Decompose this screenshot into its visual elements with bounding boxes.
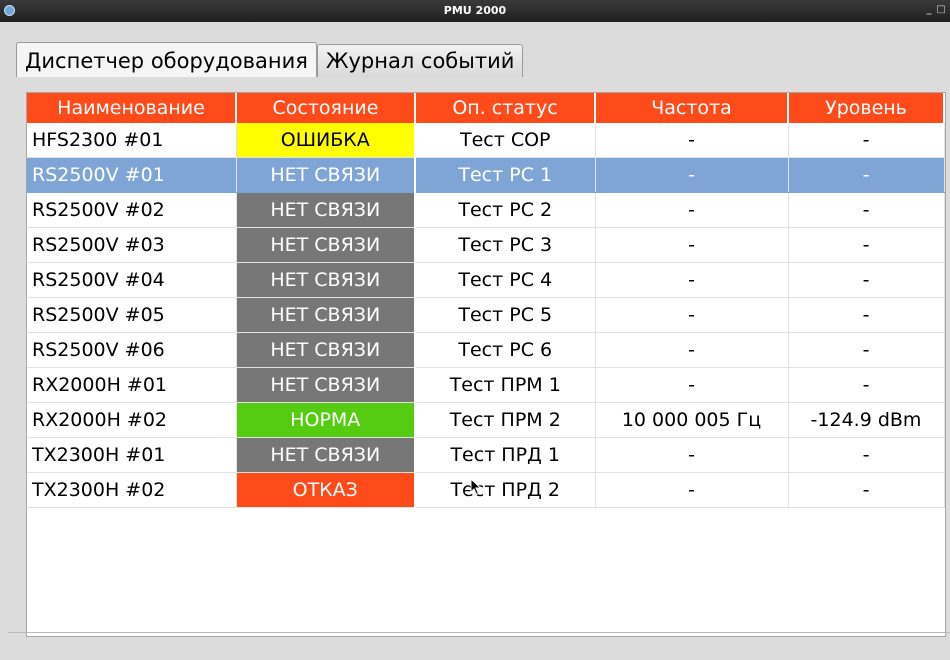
cell-frequency: - (595, 472, 789, 508)
equipment-panel: Наименование Состояние Оп. статус Частот… (26, 92, 946, 637)
column-header-level[interactable]: Уровень (788, 93, 945, 123)
column-header-frequency[interactable]: Частота (595, 93, 789, 123)
table-row[interactable]: RS2500V #05 НЕТ СВЯЗИ Тест РС 5-- (27, 297, 945, 333)
table-row[interactable]: RS2500V #06 НЕТ СВЯЗИ Тест РС 6-- (27, 332, 945, 368)
table-row[interactable]: RS2500V #01 НЕТ СВЯЗИ Тест РС 1-- (27, 157, 945, 193)
cell-frequency: - (595, 157, 789, 193)
table-row[interactable]: RX2000H #02 НОРМА Тест ПРМ 2 10 000 005 Гц -… (27, 402, 945, 438)
cell-state: НЕТ СВЯЗИ (236, 297, 416, 333)
column-header-state[interactable]: Состояние (236, 93, 416, 123)
table-row[interactable]: TX2300H #01 НЕТ СВЯЗИ Тест ПРД 1-- (27, 437, 945, 473)
cell-frequency: - (595, 123, 789, 158)
cell-frequency: - (595, 437, 789, 473)
window-client: Диспетчер оборудования Журнал событий На… (0, 22, 950, 660)
cell-level: - (788, 192, 945, 228)
cell-op-status: Тест ПРМ 1 (415, 367, 596, 403)
cell-state: НЕТ СВЯЗИ (236, 262, 416, 298)
cell-frequency: - (595, 227, 789, 263)
window-titlebar: PMU 2000 _ □ (0, 0, 950, 22)
cell-frequency: - (595, 192, 789, 228)
cell-name: RS2500V #01 (27, 157, 237, 193)
table-body: HFS2300 #01 ОШИБКА Тест СОР - - RS2500V #01 НЕ… (27, 123, 945, 508)
table-row[interactable]: RS2500V #02 НЕТ СВЯЗИ Тест РС 2-- (27, 192, 945, 228)
window-title: PMU 2000 (443, 4, 507, 17)
cell-name: HFS2300 #01 (27, 123, 237, 158)
cell-op-status: Тест РС 3 (415, 227, 596, 263)
column-header-name[interactable]: Наименование (27, 93, 237, 123)
cell-name: TX2300H #02 (27, 472, 237, 508)
cell-state: НЕТ СВЯЗИ (236, 227, 416, 263)
cell-op-status: Тест РС 2 (415, 192, 596, 228)
cell-name: RS2500V #06 (27, 332, 237, 368)
cell-name: RS2500V #02 (27, 192, 237, 228)
table-row[interactable]: HFS2300 #01 ОШИБКА Тест СОР - - (27, 123, 945, 158)
cell-frequency: 10 000 005 Гц (595, 402, 789, 438)
cell-level: - (788, 332, 945, 368)
cell-op-status: Тест РС 1 (415, 157, 596, 193)
cell-name: RX2000H #02 (27, 402, 237, 438)
cell-name: RS2500V #04 (27, 262, 237, 298)
cell-op-status: Тест ПРД 2 (415, 472, 596, 508)
cell-level: - (788, 437, 945, 473)
equipment-table: Наименование Состояние Оп. статус Частот… (27, 93, 945, 508)
cell-op-status: Тест СОР (415, 123, 596, 158)
tab-bar: Диспетчер оборудования Журнал событий (16, 42, 524, 77)
cell-state: ОТКАЗ (236, 472, 416, 508)
cell-frequency: - (595, 332, 789, 368)
cell-state: ОШИБКА (236, 123, 416, 158)
mouse-cursor-icon (470, 478, 482, 496)
cell-level: - (788, 297, 945, 333)
cell-op-status: Тест РС 6 (415, 332, 596, 368)
cell-state: НЕТ СВЯЗИ (236, 332, 416, 368)
status-separator (8, 632, 950, 633)
table-row[interactable]: RX2000H #01 НЕТ СВЯЗИ Тест ПРМ 1-- (27, 367, 945, 403)
tab-equipment-manager[interactable]: Диспетчер оборудования (16, 42, 317, 77)
cell-level: - (788, 472, 945, 508)
cell-op-status: Тест РС 5 (415, 297, 596, 333)
cell-op-status: Тест РС 4 (415, 262, 596, 298)
table-row[interactable]: TX2300H #02 ОТКАЗ Тест ПРД 2-- (27, 472, 945, 508)
cell-state: НЕТ СВЯЗИ (236, 437, 416, 473)
cell-op-status: Тест ПРД 1 (415, 437, 596, 473)
table-header-row: Наименование Состояние Оп. статус Частот… (27, 93, 945, 123)
cell-level: - (788, 262, 945, 298)
tab-event-log[interactable]: Журнал событий (316, 44, 524, 77)
cell-name: TX2300H #01 (27, 437, 237, 473)
cell-state: НОРМА (236, 402, 416, 438)
table-row[interactable]: RS2500V #04 НЕТ СВЯЗИ Тест РС 4-- (27, 262, 945, 298)
cell-level: - (788, 367, 945, 403)
cell-state: НЕТ СВЯЗИ (236, 192, 416, 228)
cell-state: НЕТ СВЯЗИ (236, 367, 416, 403)
cell-frequency: - (595, 262, 789, 298)
cell-frequency: - (595, 367, 789, 403)
cell-state: НЕТ СВЯЗИ (236, 157, 416, 193)
maximize-button[interactable]: □ (934, 3, 948, 17)
column-header-op-status[interactable]: Оп. статус (415, 93, 596, 123)
table-row[interactable]: RS2500V #03 НЕТ СВЯЗИ Тест РС 3-- (27, 227, 945, 263)
cell-level: - (788, 123, 945, 158)
cell-name: RS2500V #05 (27, 297, 237, 333)
cell-name: RX2000H #01 (27, 367, 237, 403)
cell-level: - (788, 157, 945, 193)
cell-name: RS2500V #03 (27, 227, 237, 263)
cell-level: -124.9 dBm (788, 402, 945, 438)
cell-op-status: Тест ПРМ 2 (415, 402, 596, 438)
cell-frequency: - (595, 297, 789, 333)
cell-level: - (788, 227, 945, 263)
